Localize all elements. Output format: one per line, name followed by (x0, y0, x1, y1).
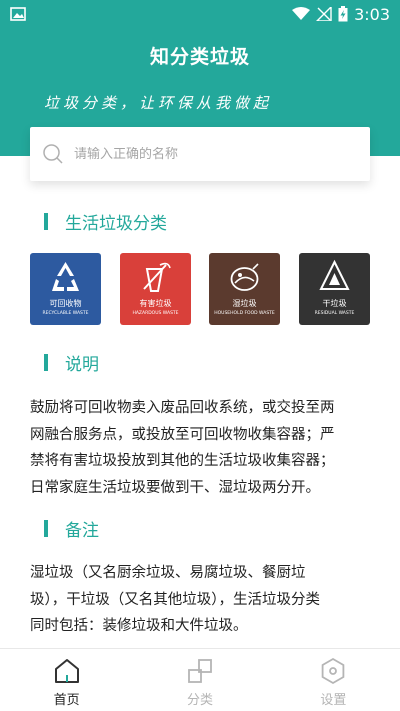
section-title-text: 说明 (65, 355, 99, 375)
section-note: 备注 (44, 516, 99, 541)
app-title: 知分类垃圾 (149, 46, 250, 68)
explain-line: 网融合服务点，或投放至可回收物收集容器；严 (30, 426, 335, 443)
note-paragraph: 湿垃圾（又名厨余垃圾、易腐垃圾、餐厨垃 圾），干垃圾（又名其他垃圾），生活垃圾分… (30, 560, 362, 640)
hazard-icon (143, 262, 171, 292)
image-notification-icon (10, 7, 26, 21)
tab-label: 首页 (53, 693, 80, 708)
note-line: 湿垃圾（又名厨余垃圾、易腐垃圾、餐厨垃 (30, 565, 306, 581)
search-icon (43, 144, 63, 164)
tab-settings[interactable]: 设置 (267, 649, 400, 711)
section-title-text: 备注 (65, 521, 99, 541)
category-label: 湿垃圾 (232, 299, 257, 308)
note-line: 圾），干垃圾（又名其他垃圾），生活垃圾分类 (30, 591, 320, 608)
status-time: 3:03 (354, 4, 390, 24)
category-label: 可回收物 (49, 299, 82, 308)
category-icon (188, 659, 212, 683)
tab-label: 分类 (186, 693, 213, 708)
category-label: 干垃圾 (322, 299, 347, 308)
section-explain: 说明 (44, 350, 99, 375)
category-label: 有害垃圾 (139, 299, 172, 308)
explain-paragraph: 鼓励将可回收物卖入废品回收系统，或交投至两 网融合服务点，或投放至可回收物收集容… (30, 395, 362, 501)
tab-category[interactable]: 分类 (133, 649, 266, 711)
recycle-icon (52, 262, 79, 291)
category-recyclable[interactable]: 可回收物 RECYCLABLE WASTE (30, 253, 101, 325)
bottom-tab-bar: 首页 分类 设置 (0, 648, 400, 711)
explain-line: 禁将有害垃圾投放到其他的生活垃圾收集容器； (30, 453, 335, 469)
tab-home[interactable]: 首页 (0, 649, 133, 711)
section-bar (44, 520, 48, 537)
section-living-garbage: 生活垃圾分类 (44, 209, 167, 234)
category-label-en: RESIDUAL WASTE (314, 311, 355, 316)
category-label-en: HOUSEHOLD FOOD WASTE (214, 311, 275, 316)
slogan: 垃圾分类，让环保从我做起 (44, 94, 273, 112)
residual-icon (319, 259, 350, 290)
explain-line: 鼓励将可回收物卖入废品回收系统，或交投至两 (30, 400, 335, 416)
status-icons: 3:03 (292, 5, 390, 24)
food-waste-icon (230, 263, 259, 291)
settings-icon (322, 657, 345, 685)
category-label-en: HAZARDOUS WASTE (132, 311, 179, 316)
search-input[interactable] (74, 146, 334, 162)
battery-charging-icon (338, 6, 348, 22)
category-label-en: RECYCLABLE WASTE (42, 311, 89, 316)
category-residual[interactable]: 干垃圾 RESIDUAL WASTE (299, 253, 370, 325)
category-hazardous[interactable]: 有害垃圾 HAZARDOUS WASTE (120, 253, 191, 325)
wifi-icon (292, 7, 311, 20)
signal-icon (316, 7, 332, 21)
section-title-text: 生活垃圾分类 (65, 214, 167, 234)
note-line: 同时包括：装修垃圾和大件垃圾。 (30, 618, 248, 634)
status-bar: 3:03 (0, 0, 400, 28)
search-box[interactable] (30, 127, 370, 181)
tab-label: 设置 (320, 693, 347, 708)
category-grid: 可回收物 RECYCLABLE WASTE 有害垃圾 HAZARDOUS WAS… (30, 253, 372, 325)
section-bar (44, 354, 48, 371)
category-food[interactable]: 湿垃圾 HOUSEHOLD FOOD WASTE (209, 253, 280, 325)
home-icon (54, 659, 79, 683)
section-bar (44, 213, 48, 230)
explain-line: 日常家庭生活垃圾要做到干、湿垃圾两分开。 (30, 479, 320, 496)
